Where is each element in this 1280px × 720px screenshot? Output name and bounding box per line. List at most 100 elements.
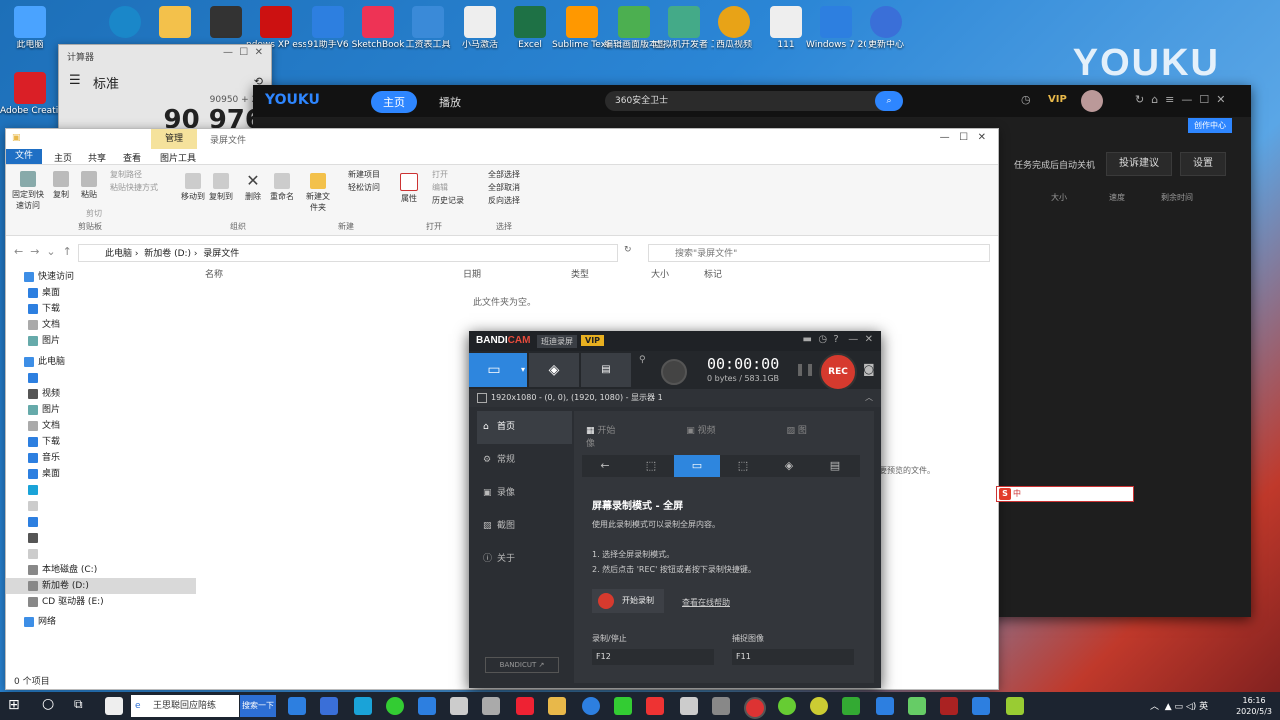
- address-bar[interactable]: 此电脑 › 新加卷 (D:) › 录屏文件: [78, 244, 618, 262]
- video-icon[interactable]: [482, 697, 500, 715]
- app-icon[interactable]: [778, 697, 796, 715]
- settings-button[interactable]: 设置: [1180, 152, 1226, 176]
- iqiyi-icon[interactable]: [614, 697, 632, 715]
- tab-home[interactable]: 主页: [371, 91, 417, 113]
- col-tags[interactable]: 标记: [704, 267, 722, 280]
- nav-item-c[interactable]: [6, 514, 196, 530]
- window-controls[interactable]: ↻ ⌂ ≡ — ☐ ✕: [1135, 93, 1225, 106]
- nav-downloads[interactable]: 下载: [6, 301, 196, 317]
- calculator-icon[interactable]: [712, 697, 730, 715]
- ime-toolbar[interactable]: S中: [996, 486, 1134, 502]
- tab-manage[interactable]: 管理: [151, 129, 198, 149]
- back-icon[interactable]: ←: [582, 455, 628, 477]
- start-recording-button[interactable]: 开始录制: [592, 589, 664, 613]
- online-help-link[interactable]: 查看在线帮助: [682, 597, 730, 608]
- sidebar-item-video[interactable]: ▣ 录像: [477, 477, 572, 510]
- chrome-icon[interactable]: [386, 697, 404, 715]
- device-mode-icon[interactable]: ▤: [812, 455, 858, 477]
- breadcrumb-0[interactable]: 此电脑: [105, 249, 132, 259]
- col-size[interactable]: 大小: [651, 267, 669, 280]
- hotkey-record-field[interactable]: F12: [592, 649, 714, 665]
- clock-icon[interactable]: ◷: [1021, 93, 1031, 106]
- app-icon[interactable]: [972, 697, 990, 715]
- nav-pictures-2[interactable]: 图片: [6, 402, 196, 418]
- avatar[interactable]: [1081, 90, 1103, 112]
- tab-play[interactable]: 播放: [439, 94, 461, 110]
- app-icon[interactable]: [646, 697, 664, 715]
- cut-button[interactable]: 剪切: [86, 208, 102, 219]
- region-mode-icon[interactable]: ⬚: [628, 455, 674, 477]
- open-button[interactable]: 打开: [432, 169, 448, 180]
- webcam-icon[interactable]: [661, 359, 687, 385]
- col-type[interactable]: 类型: [571, 267, 589, 280]
- nav-buttons[interactable]: ← → ⌄ ↑: [14, 245, 72, 258]
- menu-icon[interactable]: ☰: [69, 73, 81, 88]
- app-icon[interactable]: [418, 697, 436, 715]
- feedback-button[interactable]: 投诉建议: [1106, 152, 1172, 176]
- desktop-icon-8[interactable]: 工资表工具: [398, 6, 458, 51]
- resolution-bar[interactable]: 1920x1080 - (0, 0), (1920, 1080) - 显示器 1…: [469, 389, 881, 407]
- app-icon[interactable]: [105, 697, 123, 715]
- nav-downloads-2[interactable]: 下载: [6, 434, 196, 450]
- history-button[interactable]: 历史记录: [432, 195, 464, 206]
- rec-button[interactable]: REC: [819, 353, 857, 391]
- taskbar-search-input[interactable]: e 王思聪回应陪练: [131, 695, 239, 717]
- app-icon[interactable]: [1006, 697, 1024, 715]
- hotkey-capture-field[interactable]: F11: [732, 649, 854, 665]
- nav-item-a[interactable]: [6, 482, 196, 498]
- taskbar-clock[interactable]: 16:16 2020/5/3: [1236, 695, 1272, 717]
- windows-start-icon[interactable]: ⊞: [8, 697, 20, 713]
- checkbox-icon[interactable]: [477, 393, 487, 403]
- cortana-icon[interactable]: ○: [42, 696, 54, 712]
- device-mode-button[interactable]: ▤: [581, 353, 631, 387]
- pin-button[interactable]: 固定到快速访问: [10, 171, 46, 211]
- move-to-button[interactable]: 移动到: [180, 173, 206, 202]
- app-icon[interactable]: [450, 697, 468, 715]
- col-name[interactable]: 名称: [205, 267, 223, 280]
- col-date[interactable]: 日期: [463, 267, 481, 280]
- tab-share[interactable]: 共享: [88, 151, 106, 164]
- sidebar-item-general[interactable]: ⚙ 常规: [477, 444, 572, 477]
- nav-item-b[interactable]: [6, 498, 196, 514]
- nav-documents-2[interactable]: 文档: [6, 418, 196, 434]
- app-icon[interactable]: [810, 697, 828, 715]
- camera-icon[interactable]: ◙: [863, 362, 875, 376]
- app-icon[interactable]: [842, 697, 860, 715]
- edit-button[interactable]: 编辑: [432, 182, 448, 193]
- sidebar-item-home[interactable]: ⌂ 首页: [477, 411, 572, 444]
- copy-path-button[interactable]: 复制路径: [110, 169, 142, 180]
- rename-button[interactable]: 重命名: [268, 173, 296, 202]
- easy-access-button[interactable]: 轻松访问: [348, 182, 380, 193]
- game-mode-icon[interactable]: ◈: [766, 455, 812, 477]
- tab-video[interactable]: ▣ 视频: [686, 426, 749, 436]
- desktop-icon-sublime[interactable]: Sublime Text 3: [552, 6, 612, 51]
- chevron-up-icon[interactable]: ︿: [865, 389, 873, 407]
- tab-home[interactable]: 主页: [54, 151, 72, 164]
- nav-quick-access[interactable]: 快速访问: [6, 269, 196, 285]
- app-icon[interactable]: [582, 697, 600, 715]
- app-icon[interactable]: [940, 697, 958, 715]
- tray-icons[interactable]: ︿ ▲ ▭ ◁) 英: [1150, 699, 1208, 712]
- app-icon[interactable]: [680, 697, 698, 715]
- nav-desktop[interactable]: 桌面: [6, 285, 196, 301]
- desktop-icon-excel[interactable]: Excel: [500, 6, 560, 51]
- properties-button[interactable]: 属性: [398, 173, 420, 204]
- new-item-button[interactable]: 新建项目: [348, 169, 380, 180]
- creator-center-badge[interactable]: 创作中心: [1188, 118, 1232, 133]
- mic-icon[interactable]: ⚲: [639, 355, 646, 365]
- window-controls[interactable]: — ☐ ✕: [940, 132, 986, 143]
- nav-documents[interactable]: 文档: [6, 317, 196, 333]
- paste-shortcut-button[interactable]: 粘贴快捷方式: [110, 182, 158, 193]
- around-mouse-icon[interactable]: ⬚: [720, 455, 766, 477]
- tab-view[interactable]: 查看: [123, 151, 141, 164]
- game-mode-button[interactable]: ◈: [529, 353, 579, 387]
- refresh-icon[interactable]: ↻: [624, 245, 632, 255]
- store-icon[interactable]: [354, 697, 372, 715]
- desktop-icon-update[interactable]: 更新中心: [856, 6, 916, 51]
- copy-to-button[interactable]: 复制到: [208, 173, 234, 202]
- breadcrumb-1[interactable]: 新加卷 (D:): [144, 249, 191, 259]
- nav-item-e[interactable]: [6, 546, 196, 562]
- nav-3d[interactable]: [6, 370, 196, 386]
- nav-this-pc[interactable]: 此电脑: [6, 354, 196, 370]
- sidebar-item-image[interactable]: ▨ 截图: [477, 510, 572, 543]
